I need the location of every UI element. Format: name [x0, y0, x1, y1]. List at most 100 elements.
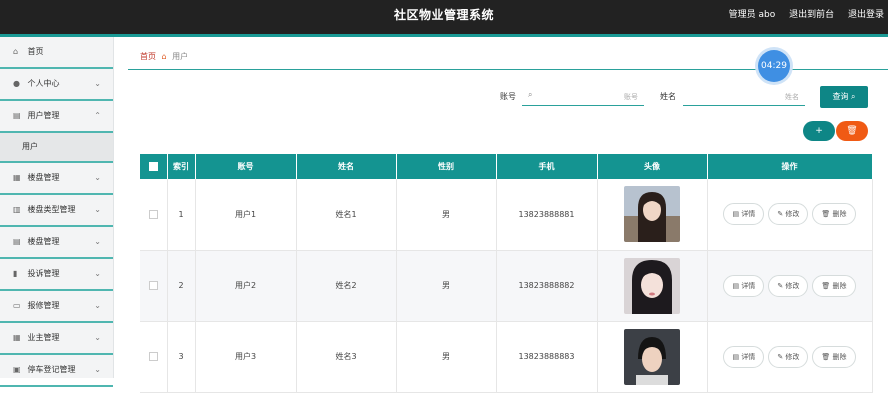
sidebar-item-user-management[interactable]: ▤ 用户管理 ⌃ — [0, 101, 113, 133]
main-content: 首页 ⌂ 用户 04:29 账号 ⌕ 账号 姓名 姓名 查询 ⌕ + 🗑 索引 … — [114, 37, 888, 393]
checkbox[interactable] — [148, 162, 158, 171]
table-header-row: 索引 账号 姓名 性别 手机 头像 操作 — [140, 154, 873, 179]
header-index: 索引 — [167, 154, 196, 179]
sidebar-item-label: 楼盘管理 — [27, 173, 60, 182]
name-placeholder: 姓名 — [785, 93, 799, 101]
header-avatar: 头像 — [597, 154, 708, 179]
sidebar: ⌂ 首页 ● 个人中心 ⌄ ▤ 用户管理 ⌃ 用户 ▦ 楼盘管理 ⌄ ▥ 楼盘类… — [0, 37, 114, 387]
sidebar-item-owner-management[interactable]: ▦ 业主管理 ⌄ — [0, 323, 113, 355]
edit-button[interactable]: ✎ 修改 — [768, 274, 809, 297]
account-placeholder: 账号 — [624, 93, 638, 101]
home-icon: ⌂ — [13, 47, 19, 56]
sidebar-item-home[interactable]: ⌂ 首页 — [0, 37, 113, 69]
edit-button[interactable]: ✎ 修改 — [768, 203, 809, 226]
cell-account: 用户3 — [195, 321, 297, 393]
table-row: 1 用户1 姓名1 男 13823888881 ▤ 详情 ✎ 修改 🗑 删除 — [140, 179, 873, 251]
chevron-down-icon: ⌄ — [94, 79, 101, 88]
sidebar-item-label: 首页 — [27, 47, 44, 56]
sidebar-item-label: 个人中心 — [27, 79, 60, 88]
cell-name: 姓名3 — [296, 321, 397, 393]
bar-chart-icon: ▮ — [13, 269, 18, 278]
cell-gender: 男 — [396, 250, 497, 322]
logout-link[interactable]: 退出登录 — [848, 10, 884, 20]
query-button[interactable]: 查询 ⌕ — [820, 86, 868, 108]
edit-label: 修改 — [785, 210, 800, 219]
cell-account: 用户1 — [195, 179, 297, 251]
car-icon: ▣ — [13, 365, 21, 374]
header-select-all[interactable] — [140, 154, 168, 179]
delete-label: 删除 — [832, 210, 847, 219]
row-delete-button[interactable]: 🗑 删除 — [812, 274, 856, 297]
avatar — [624, 257, 680, 314]
avatar — [624, 328, 680, 385]
header-name: 姓名 — [296, 154, 397, 179]
account-input[interactable]: ⌕ 账号 — [522, 90, 644, 106]
cell-phone: 13823888883 — [496, 321, 598, 393]
cell-index: 2 — [167, 250, 196, 322]
detail-label: 详情 — [741, 281, 756, 290]
cell-phone: 13823888882 — [496, 250, 598, 322]
chevron-down-icon: ⌄ — [94, 237, 101, 246]
edit-label: 修改 — [785, 281, 800, 290]
sidebar-item-building-type-management[interactable]: ▥ 楼盘类型管理 ⌄ — [0, 195, 113, 227]
chevron-up-icon: ⌃ — [94, 111, 101, 120]
cell-name: 姓名1 — [296, 179, 397, 251]
cell-gender: 男 — [396, 179, 497, 251]
exit-front-link[interactable]: 退出到前台 — [789, 10, 834, 20]
message-icon: ▭ — [13, 301, 21, 310]
sidebar-item-building-management[interactable]: ▦ 楼盘管理 ⌄ — [0, 163, 113, 195]
chart-icon: ▥ — [13, 205, 21, 214]
delete-button[interactable]: 🗑 — [836, 121, 868, 141]
row-checkbox[interactable] — [148, 209, 158, 219]
breadcrumb: 首页 ⌂ 用户 — [140, 51, 188, 62]
sidebar-item-parking-management[interactable]: ▣ 停车登记管理 ⌄ — [0, 355, 113, 387]
sidebar-item-label: 用户管理 — [27, 111, 60, 120]
header-actions: 操作 — [707, 154, 873, 179]
sidebar-item-complaint-management[interactable]: ▮ 投诉管理 ⌄ — [0, 259, 113, 291]
sidebar-subitem-user[interactable]: 用户 — [0, 133, 113, 163]
avatar — [624, 186, 680, 243]
top-bar-actions: 管理员 abo 退出到前台 退出登录 — [718, 0, 884, 30]
delete-label: 删除 — [832, 352, 847, 361]
cell-gender: 男 — [396, 321, 497, 393]
sidebar-item-label: 楼盘管理 — [27, 237, 60, 246]
top-bar: 社区物业管理系统 管理员 abo 退出到前台 退出登录 — [0, 0, 888, 34]
breadcrumb-home[interactable]: 首页 — [140, 52, 156, 61]
delete-label: 删除 — [832, 281, 847, 290]
house-icon: ⌂ — [161, 52, 167, 61]
timer-badge: 04:29 — [758, 50, 790, 82]
account-label: 账号 — [500, 92, 516, 101]
row-delete-button[interactable]: 🗑 删除 — [812, 203, 856, 226]
user-icon: ● — [13, 79, 20, 88]
chevron-down-icon: ⌄ — [94, 205, 101, 214]
detail-button[interactable]: ▤ 详情 — [723, 345, 765, 368]
sidebar-item-personal-center[interactable]: ● 个人中心 ⌄ — [0, 69, 113, 101]
grid-icon: ▦ — [13, 333, 21, 342]
table-row: 2 用户2 姓名2 男 13823888882 ▤ 详情 ✎ 修改 🗑 删除 — [140, 250, 873, 322]
sidebar-item-label: 业主管理 — [27, 333, 60, 342]
chevron-down-icon: ⌄ — [94, 333, 101, 342]
detail-button[interactable]: ▤ 详情 — [723, 203, 765, 226]
users-table: 索引 账号 姓名 性别 手机 头像 操作 1 用户1 姓名1 男 1382388… — [140, 154, 873, 393]
sidebar-item-repair-management[interactable]: ▭ 报修管理 ⌄ — [0, 291, 113, 323]
header-account: 账号 — [195, 154, 297, 179]
detail-label: 详情 — [741, 352, 756, 361]
chevron-down-icon: ⌄ — [94, 301, 101, 310]
edit-button[interactable]: ✎ 修改 — [768, 345, 809, 368]
clipboard-icon: ▤ — [13, 111, 21, 120]
clipboard-icon: ▤ — [13, 237, 21, 246]
row-delete-button[interactable]: 🗑 删除 — [812, 345, 856, 368]
sidebar-item-building-management-2[interactable]: ▤ 楼盘管理 ⌄ — [0, 227, 113, 259]
name-input[interactable]: 姓名 — [683, 90, 805, 106]
cell-index: 3 — [167, 321, 196, 393]
cell-name: 姓名2 — [296, 250, 397, 322]
row-checkbox[interactable] — [148, 352, 158, 361]
detail-button[interactable]: ▤ 详情 — [723, 274, 765, 297]
cell-index: 1 — [167, 179, 196, 251]
detail-label: 详情 — [741, 210, 756, 219]
add-button[interactable]: + — [803, 121, 835, 141]
header-gender: 性别 — [396, 154, 497, 179]
row-checkbox[interactable] — [148, 281, 158, 290]
chevron-down-icon: ⌄ — [94, 173, 101, 182]
name-label: 姓名 — [660, 92, 676, 101]
